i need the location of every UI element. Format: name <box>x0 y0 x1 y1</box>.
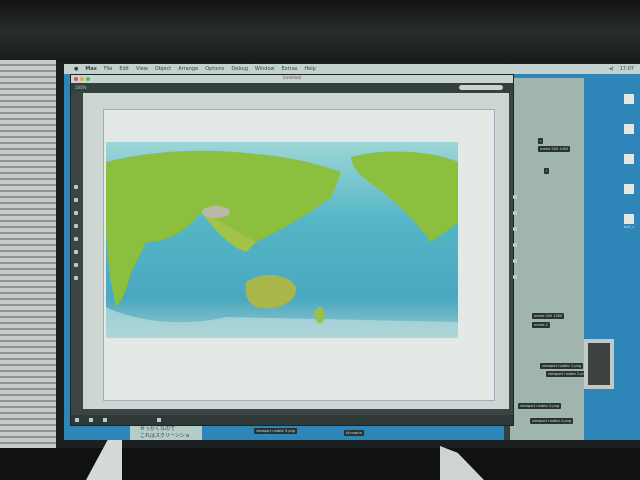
tool-icon[interactable] <box>513 227 517 231</box>
window-blinds <box>0 60 56 450</box>
status-bar <box>71 415 513 425</box>
patch-object[interactable]: r <box>544 168 550 174</box>
menu-options[interactable]: Options <box>205 66 224 72</box>
title-bar[interactable]: (Untitled) <box>71 75 513 83</box>
tool-icon[interactable] <box>513 243 517 247</box>
grid-icon[interactable] <box>103 418 107 422</box>
zoom-button[interactable] <box>86 77 90 81</box>
menu-object[interactable]: Object <box>155 66 171 72</box>
desktop-icon[interactable] <box>622 124 636 135</box>
left-toolbar <box>71 185 81 280</box>
patch-object[interactable]: viewport nodeiz 2.png <box>546 371 590 377</box>
wrench-icon[interactable] <box>157 418 161 422</box>
tool-icon[interactable] <box>74 198 78 202</box>
patch-object[interactable]: viewport nodeiz 1.png <box>540 363 584 369</box>
menu-max[interactable]: Max <box>85 66 97 72</box>
ceiling <box>0 0 640 62</box>
zoom-level[interactable]: 100% <box>75 85 86 90</box>
menu-arrange[interactable]: Arrange <box>178 66 198 72</box>
menu-view[interactable]: View <box>136 66 148 72</box>
max-patcher-window[interactable]: (Untitled) 100% <box>70 74 517 426</box>
desktop-icon[interactable] <box>622 154 636 165</box>
patch-object[interactable]: metro 500 1000 <box>538 146 571 152</box>
patch-object[interactable]: r <box>538 138 544 144</box>
patch-object[interactable]: viewport nodeiz 4.png <box>530 418 574 424</box>
tool-icon[interactable] <box>74 250 78 254</box>
apple-icon[interactable]: ● <box>74 66 78 72</box>
patch-object[interactable]: metro 2 <box>532 322 550 328</box>
tool-icon[interactable] <box>74 276 78 280</box>
info-icon[interactable] <box>513 211 517 215</box>
tool-icon[interactable] <box>74 185 78 189</box>
patch-object[interactable]: metro 500 1000 <box>532 313 565 319</box>
menu-edit[interactable]: Edit <box>119 66 129 72</box>
tool-icon[interactable] <box>74 211 78 215</box>
toolbar: 100% <box>71 83 513 92</box>
menu-file[interactable]: File <box>104 66 112 72</box>
world-map-image <box>106 142 458 338</box>
menu-window[interactable]: Window <box>255 66 275 72</box>
volume-icon[interactable]: ◂) <box>609 66 613 72</box>
tool-icon[interactable] <box>74 237 78 241</box>
tool-icon[interactable] <box>74 263 78 267</box>
patch-object[interactable]: viewport nodeiz 5.png <box>254 428 298 434</box>
note-comment: せっかくなので これはスクリーンショ <box>130 426 202 440</box>
jit-window-display <box>103 109 495 401</box>
note-line: せっかくなので <box>140 426 176 432</box>
tool-icon[interactable] <box>74 224 78 228</box>
search-input[interactable] <box>459 85 503 90</box>
window-title: (Untitled) <box>282 75 302 80</box>
preview-window[interactable] <box>584 339 614 389</box>
close-button[interactable] <box>74 77 78 81</box>
patch-object[interactable]: viewport nodeiz 3.png <box>518 403 562 409</box>
lock-icon[interactable] <box>75 418 79 422</box>
menu-extras[interactable]: Extras <box>282 66 298 72</box>
patcher-canvas[interactable] <box>83 93 509 409</box>
tool-icon[interactable] <box>513 275 517 279</box>
tool-icon[interactable] <box>513 259 517 263</box>
clock[interactable]: 17:07 <box>620 66 634 72</box>
minimize-button[interactable] <box>80 77 84 81</box>
projected-screen: ● Max File Edit View Object Arrange Opti… <box>64 64 640 440</box>
desktop-icon[interactable] <box>622 94 636 105</box>
menu-bar: ● Max File Edit View Object Arrange Opti… <box>64 64 640 74</box>
world-map-land <box>106 150 458 338</box>
presentation-icon[interactable] <box>89 418 93 422</box>
note-line: これはスクリーンショ <box>140 433 190 439</box>
desktop-icon[interactable] <box>622 184 636 195</box>
patch-object[interactable]: jit.matrix <box>344 430 364 436</box>
desktop-icon[interactable]: test_x <box>622 214 636 229</box>
right-toolbar <box>511 195 519 279</box>
menu-help[interactable]: Help <box>304 66 315 72</box>
tool-icon[interactable] <box>513 195 517 199</box>
menu-debug[interactable]: Debug <box>231 66 247 72</box>
